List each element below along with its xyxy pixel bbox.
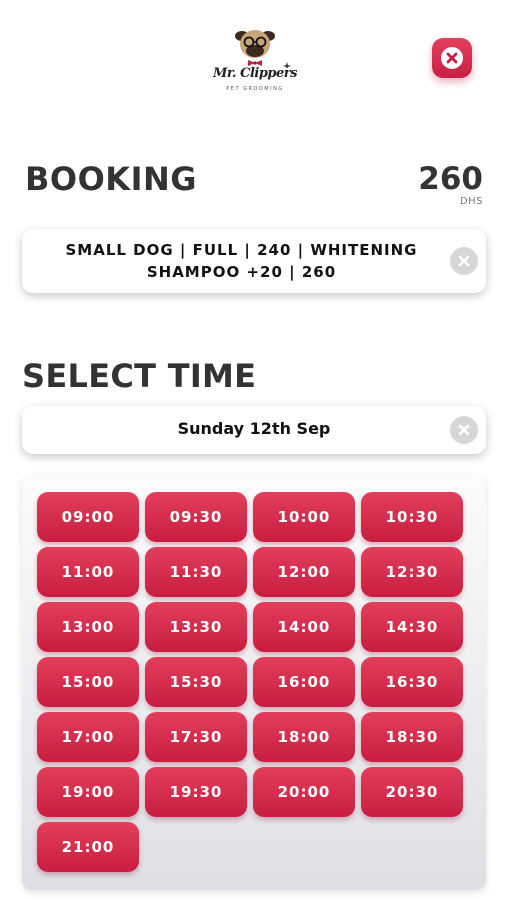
pug-mascot-icon <box>235 30 291 68</box>
time-slot-button[interactable]: 20:30 <box>361 767 463 817</box>
brand-name: Mr. Clippers <box>213 66 297 81</box>
price-currency: DHS <box>459 196 483 207</box>
time-slot-button[interactable]: 17:30 <box>145 712 247 762</box>
time-slot-button[interactable]: 09:30 <box>145 492 247 542</box>
clear-date-icon[interactable] <box>450 416 478 444</box>
service-summary-text: SMALL DOG | FULL | 240 | WHITENING SHAMP… <box>65 241 418 281</box>
time-slot-button[interactable]: 11:30 <box>145 547 247 597</box>
brand-tagline: PET GROOMING <box>226 86 284 92</box>
time-slot-button[interactable]: 16:30 <box>361 657 463 707</box>
time-slot-button[interactable]: 14:30 <box>361 602 463 652</box>
time-slot-button[interactable]: 12:00 <box>253 547 355 597</box>
time-slot-button[interactable]: 19:00 <box>37 767 139 817</box>
time-slot-button[interactable]: 18:30 <box>361 712 463 762</box>
close-button[interactable] <box>432 38 472 78</box>
brand-logo: Mr. Clippers PET GROOMING <box>205 22 305 100</box>
booking-price: 260 DHS <box>418 162 483 208</box>
select-time-title: SELECT TIME <box>22 357 257 395</box>
time-slots-grid: 09:00 09:30 10:00 10:30 11:00 11:30 12:00 12:30… <box>37 492 463 872</box>
time-slot-button[interactable]: 13:30 <box>145 602 247 652</box>
selected-date-card[interactable]: Sunday 12th Sep <box>22 406 486 454</box>
time-slot-button[interactable]: 21:00 <box>37 822 139 872</box>
time-slot-button[interactable]: 13:00 <box>37 602 139 652</box>
clear-service-icon[interactable] <box>450 247 478 275</box>
time-slot-button[interactable]: 16:00 <box>253 657 355 707</box>
time-slot-button[interactable]: 18:00 <box>253 712 355 762</box>
time-slot-button[interactable]: 15:00 <box>37 657 139 707</box>
booking-title: BOOKING <box>25 160 198 198</box>
time-slot-button[interactable]: 10:30 <box>361 492 463 542</box>
time-slot-button[interactable]: 20:00 <box>253 767 355 817</box>
time-slot-button[interactable]: 15:30 <box>145 657 247 707</box>
time-slot-button[interactable]: 10:00 <box>253 492 355 542</box>
time-slot-button[interactable]: 14:00 <box>253 602 355 652</box>
time-slot-button[interactable]: 11:00 <box>37 547 139 597</box>
time-slot-button[interactable]: 17:00 <box>37 712 139 762</box>
time-slot-button[interactable]: 19:30 <box>145 767 247 817</box>
time-slot-button[interactable]: 09:00 <box>37 492 139 542</box>
service-summary-card: SMALL DOG | FULL | 240 | WHITENING SHAMP… <box>22 229 486 293</box>
time-slots-panel: 09:00 09:30 10:00 10:30 11:00 11:30 12:00 12:30… <box>22 476 486 890</box>
time-slot-button[interactable]: 12:30 <box>361 547 463 597</box>
booking-screen: Mr. Clippers PET GROOMING BOOKING 260 DH… <box>0 0 507 900</box>
price-value: 260 <box>418 161 483 197</box>
close-icon <box>441 47 463 69</box>
selected-date-text: Sunday 12th Sep <box>177 419 331 438</box>
